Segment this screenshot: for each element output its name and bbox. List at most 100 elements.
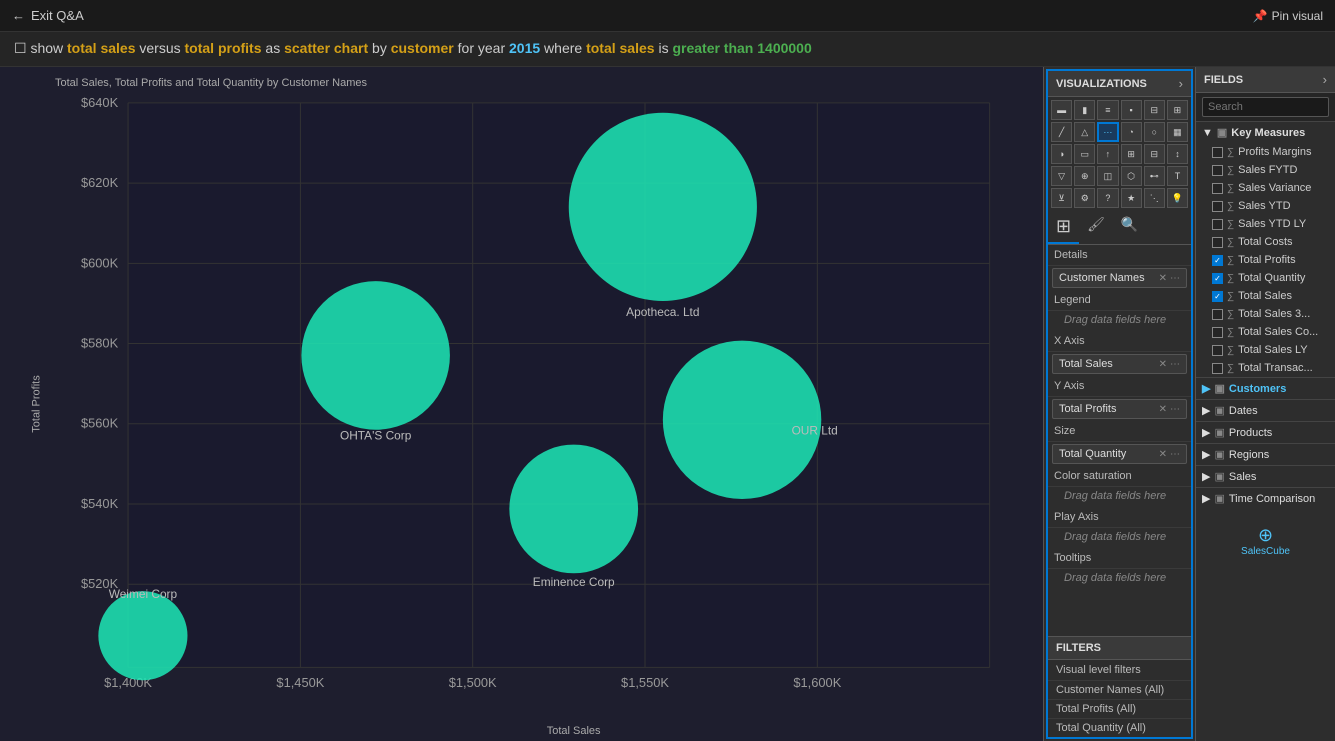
field-more-icon[interactable]: ⋯ [1170, 273, 1180, 284]
group-sales[interactable]: ▶ ▣ Sales [1196, 465, 1335, 487]
svg-text:$1,550K: $1,550K [621, 675, 669, 690]
group-label: Key Measures [1231, 127, 1305, 139]
viz-matrix-icon[interactable]: ⊟ [1144, 144, 1165, 164]
viz-stacked-bar-icon[interactable]: ≡ [1097, 100, 1118, 120]
viz-influencer-icon[interactable]: ★ [1121, 188, 1142, 208]
field-sales-variance[interactable]: ∑ Sales Variance [1196, 179, 1335, 197]
viz-col-icon[interactable]: ▮ [1074, 100, 1095, 120]
viz-qna-icon[interactable]: ? [1097, 188, 1118, 208]
viz-card-icon[interactable]: ▭ [1074, 144, 1095, 164]
viz-analytics-tab[interactable]: 🔍 [1113, 211, 1146, 244]
viz-shape-map-icon[interactable]: ⬡ [1121, 166, 1142, 186]
field-total-profits-yaxis[interactable]: Total Profits ✕ ⋯ [1052, 399, 1187, 419]
viz-decomp-icon[interactable]: ⋱ [1144, 188, 1165, 208]
viz-stacked-col-icon[interactable]: ▪ [1121, 100, 1142, 120]
viz-funnel-icon[interactable]: ▽ [1051, 166, 1072, 186]
group-products[interactable]: ▶ ▣ Products [1196, 421, 1335, 443]
field-clear-yaxis-icon[interactable]: ✕ [1159, 404, 1167, 415]
fields-expand-icon[interactable]: › [1323, 72, 1327, 87]
viz-smart-icon[interactable]: 💡 [1167, 188, 1188, 208]
field-more-size-icon[interactable]: ⋯ [1170, 449, 1180, 460]
field-label12: Total Sales LY [1238, 344, 1308, 356]
viz-row-3: ◑ ▭ ↑ ⊞ ⊟ ↕ [1051, 144, 1188, 164]
field-total-quantity-row[interactable]: ✓ ∑ Total Quantity [1196, 269, 1335, 287]
group-key-measures[interactable]: ▼ ▣ Key Measures [1196, 122, 1335, 143]
viz-fields-tab[interactable]: ⊞ [1048, 211, 1079, 244]
viz-pie-icon[interactable]: ◔ [1121, 122, 1142, 142]
group-icon6: ▣ [1214, 470, 1224, 483]
viz-format-tab[interactable]: 🖌 [1079, 211, 1113, 244]
filter-total-quantity[interactable]: Total Quantity (All) [1048, 719, 1191, 737]
bubble-apotheca[interactable] [569, 113, 757, 301]
field-total-sales-xaxis[interactable]: Total Sales ✕ ⋯ [1052, 354, 1187, 374]
viz-area-icon[interactable]: △ [1074, 122, 1095, 142]
viz-gauge-icon[interactable]: ◑ [1051, 144, 1072, 164]
field-more-xaxis-icon[interactable]: ⋯ [1170, 359, 1180, 370]
field-clear-icon[interactable]: ✕ [1159, 273, 1167, 284]
fields-search-input[interactable] [1202, 97, 1329, 117]
field-total-sales-ly[interactable]: ∑ Total Sales LY [1196, 341, 1335, 359]
viz-donut-icon[interactable]: ○ [1144, 122, 1165, 142]
viz-text-icon[interactable]: T [1167, 166, 1188, 186]
viz-filter-icon[interactable]: ⊻ [1051, 188, 1072, 208]
checkbox-total-sales: ✓ [1212, 291, 1223, 302]
field-total-sales-row[interactable]: ✓ ∑ Total Sales [1196, 287, 1335, 305]
field-sales-ytd-ly[interactable]: ∑ Sales YTD LY [1196, 215, 1335, 233]
field-label2: Sales FYTD [1238, 164, 1297, 176]
viz-bar-icon[interactable]: ▬ [1051, 100, 1072, 120]
group-time-comparison[interactable]: ▶ ▣ Time Comparison [1196, 487, 1335, 509]
filter-total-profits[interactable]: Total Profits (All) [1048, 700, 1191, 719]
field-total-sales-co[interactable]: ∑ Total Sales Co... [1196, 323, 1335, 341]
group-regions[interactable]: ▶ ▣ Regions [1196, 443, 1335, 465]
checkbox-total-sales-ly [1212, 345, 1223, 356]
viz-waterfall-icon[interactable]: ↕ [1167, 144, 1188, 164]
field-customer-names[interactable]: Customer Names ✕ ⋯ [1052, 268, 1187, 288]
viz-line-icon[interactable]: ╱ [1051, 122, 1072, 142]
viz-100bar-icon[interactable]: ⊟ [1144, 100, 1165, 120]
chart-container: .grid-line { stroke: #333; stroke-width:… [55, 93, 1033, 707]
pin-visual-button[interactable]: 📌 Pin visual [1253, 9, 1323, 23]
filter-customer-names[interactable]: Customer Names (All) [1048, 681, 1191, 700]
group-customers[interactable]: ▶ ▣ Customers [1196, 377, 1335, 399]
field-clear-size-icon[interactable]: ✕ [1159, 449, 1167, 460]
svg-text:$620K: $620K [81, 175, 119, 190]
filters-panel: FILTERS Visual level filters Customer Na… [1048, 636, 1191, 737]
viz-100col-icon[interactable]: ⊞ [1167, 100, 1188, 120]
group-expand-icon: ▼ [1202, 127, 1213, 139]
group-icon7: ▣ [1214, 492, 1224, 505]
field-label7: Total Profits [1238, 254, 1295, 266]
svg-text:$1,450K: $1,450K [276, 675, 324, 690]
viz-scatter-icon[interactable]: ⋯ [1097, 122, 1118, 142]
viz-treemap-icon[interactable]: ▦ [1167, 122, 1188, 142]
field-total-quantity-size[interactable]: Total Quantity ✕ ⋯ [1052, 444, 1187, 464]
field-sales-ytd[interactable]: ∑ Sales YTD [1196, 197, 1335, 215]
viz-map-icon[interactable]: ⊕ [1074, 166, 1095, 186]
checkbox-total-quantity: ✓ [1212, 273, 1223, 284]
field-more-yaxis-icon[interactable]: ⋯ [1170, 404, 1180, 415]
section-size-label: Size [1048, 421, 1191, 442]
field-sales-fytd[interactable]: ∑ Sales FYTD [1196, 161, 1335, 179]
viz-expand-icon[interactable]: › [1179, 76, 1183, 91]
field-label5: Sales YTD LY [1238, 218, 1306, 230]
field-actions-size: ✕ ⋯ [1159, 449, 1180, 460]
field-label3: Sales Variance [1238, 182, 1311, 194]
field-total-costs[interactable]: ∑ Total Costs [1196, 233, 1335, 251]
viz-kpi-icon[interactable]: ↑ [1097, 144, 1118, 164]
svg-text:OUR Ltd: OUR Ltd [792, 424, 838, 438]
bubble-our[interactable] [663, 341, 821, 499]
group-expand-icon4: ▶ [1202, 426, 1210, 439]
viz-table-icon[interactable]: ⊞ [1121, 144, 1142, 164]
field-clear-xaxis-icon[interactable]: ✕ [1159, 359, 1167, 370]
field-total-sales-3[interactable]: ∑ Total Sales 3... [1196, 305, 1335, 323]
viz-filled-map-icon[interactable]: ◫ [1097, 166, 1118, 186]
field-total-transac[interactable]: ∑ Total Transac... [1196, 359, 1335, 377]
field-total-profits-row[interactable]: ✓ ∑ Total Profits [1196, 251, 1335, 269]
viz-drill-icon[interactable]: ⚙ [1074, 188, 1095, 208]
bubble-eminence[interactable] [509, 445, 638, 574]
group-dates[interactable]: ▶ ▣ Dates [1196, 399, 1335, 421]
viz-slicer-icon[interactable]: ⊷ [1144, 166, 1165, 186]
bubble-ohtas[interactable] [301, 281, 450, 430]
bubble-weimei[interactable] [98, 591, 187, 680]
field-profits-margins[interactable]: ∑ Profits Margins [1196, 143, 1335, 161]
exit-qna-button[interactable]: ← Exit Q&A [12, 8, 84, 23]
